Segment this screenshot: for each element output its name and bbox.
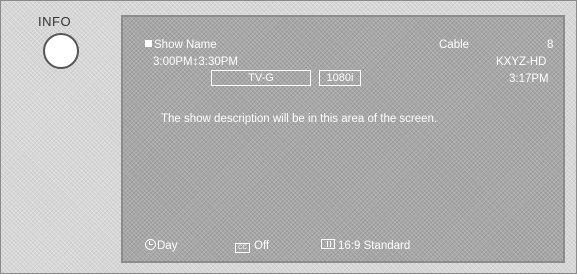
current-time: 3:17PM [509,73,549,85]
channel-number: 8 [547,39,554,51]
square-bullet-icon [145,40,152,47]
aspect-label: 16:9 Standard [338,240,411,252]
closed-caption-item[interactable]: CC Off [235,239,269,254]
day-item[interactable]: Day [145,239,177,254]
show-name-row: Show Name [145,38,217,52]
info-label: INFO [38,14,72,29]
show-description: The show description will be in this are… [161,113,438,125]
resolution-badge: 1080i [319,70,361,86]
cc-label: Off [254,240,270,252]
time-range: 3:00PM↕3:30PM [153,56,239,68]
aspect-ratio-icon [321,239,335,249]
day-label: Day [157,240,178,252]
cc-icon: CC [235,243,250,253]
info-button[interactable] [43,33,79,69]
remote-guide-panel: INFO Show Name 3:00PM↕3:30PM Cable 8 KXY… [0,0,577,274]
rating-badge: TV-G [211,70,311,86]
show-name: Show Name [154,39,217,51]
input-source: Cable [439,39,470,51]
clock-icon [145,239,156,250]
aspect-ratio-item[interactable]: 16:9 Standard [321,239,410,254]
tv-screen: Show Name 3:00PM↕3:30PM Cable 8 KXYZ-HD … [121,15,565,263]
station-name: KXYZ-HD [496,56,547,68]
